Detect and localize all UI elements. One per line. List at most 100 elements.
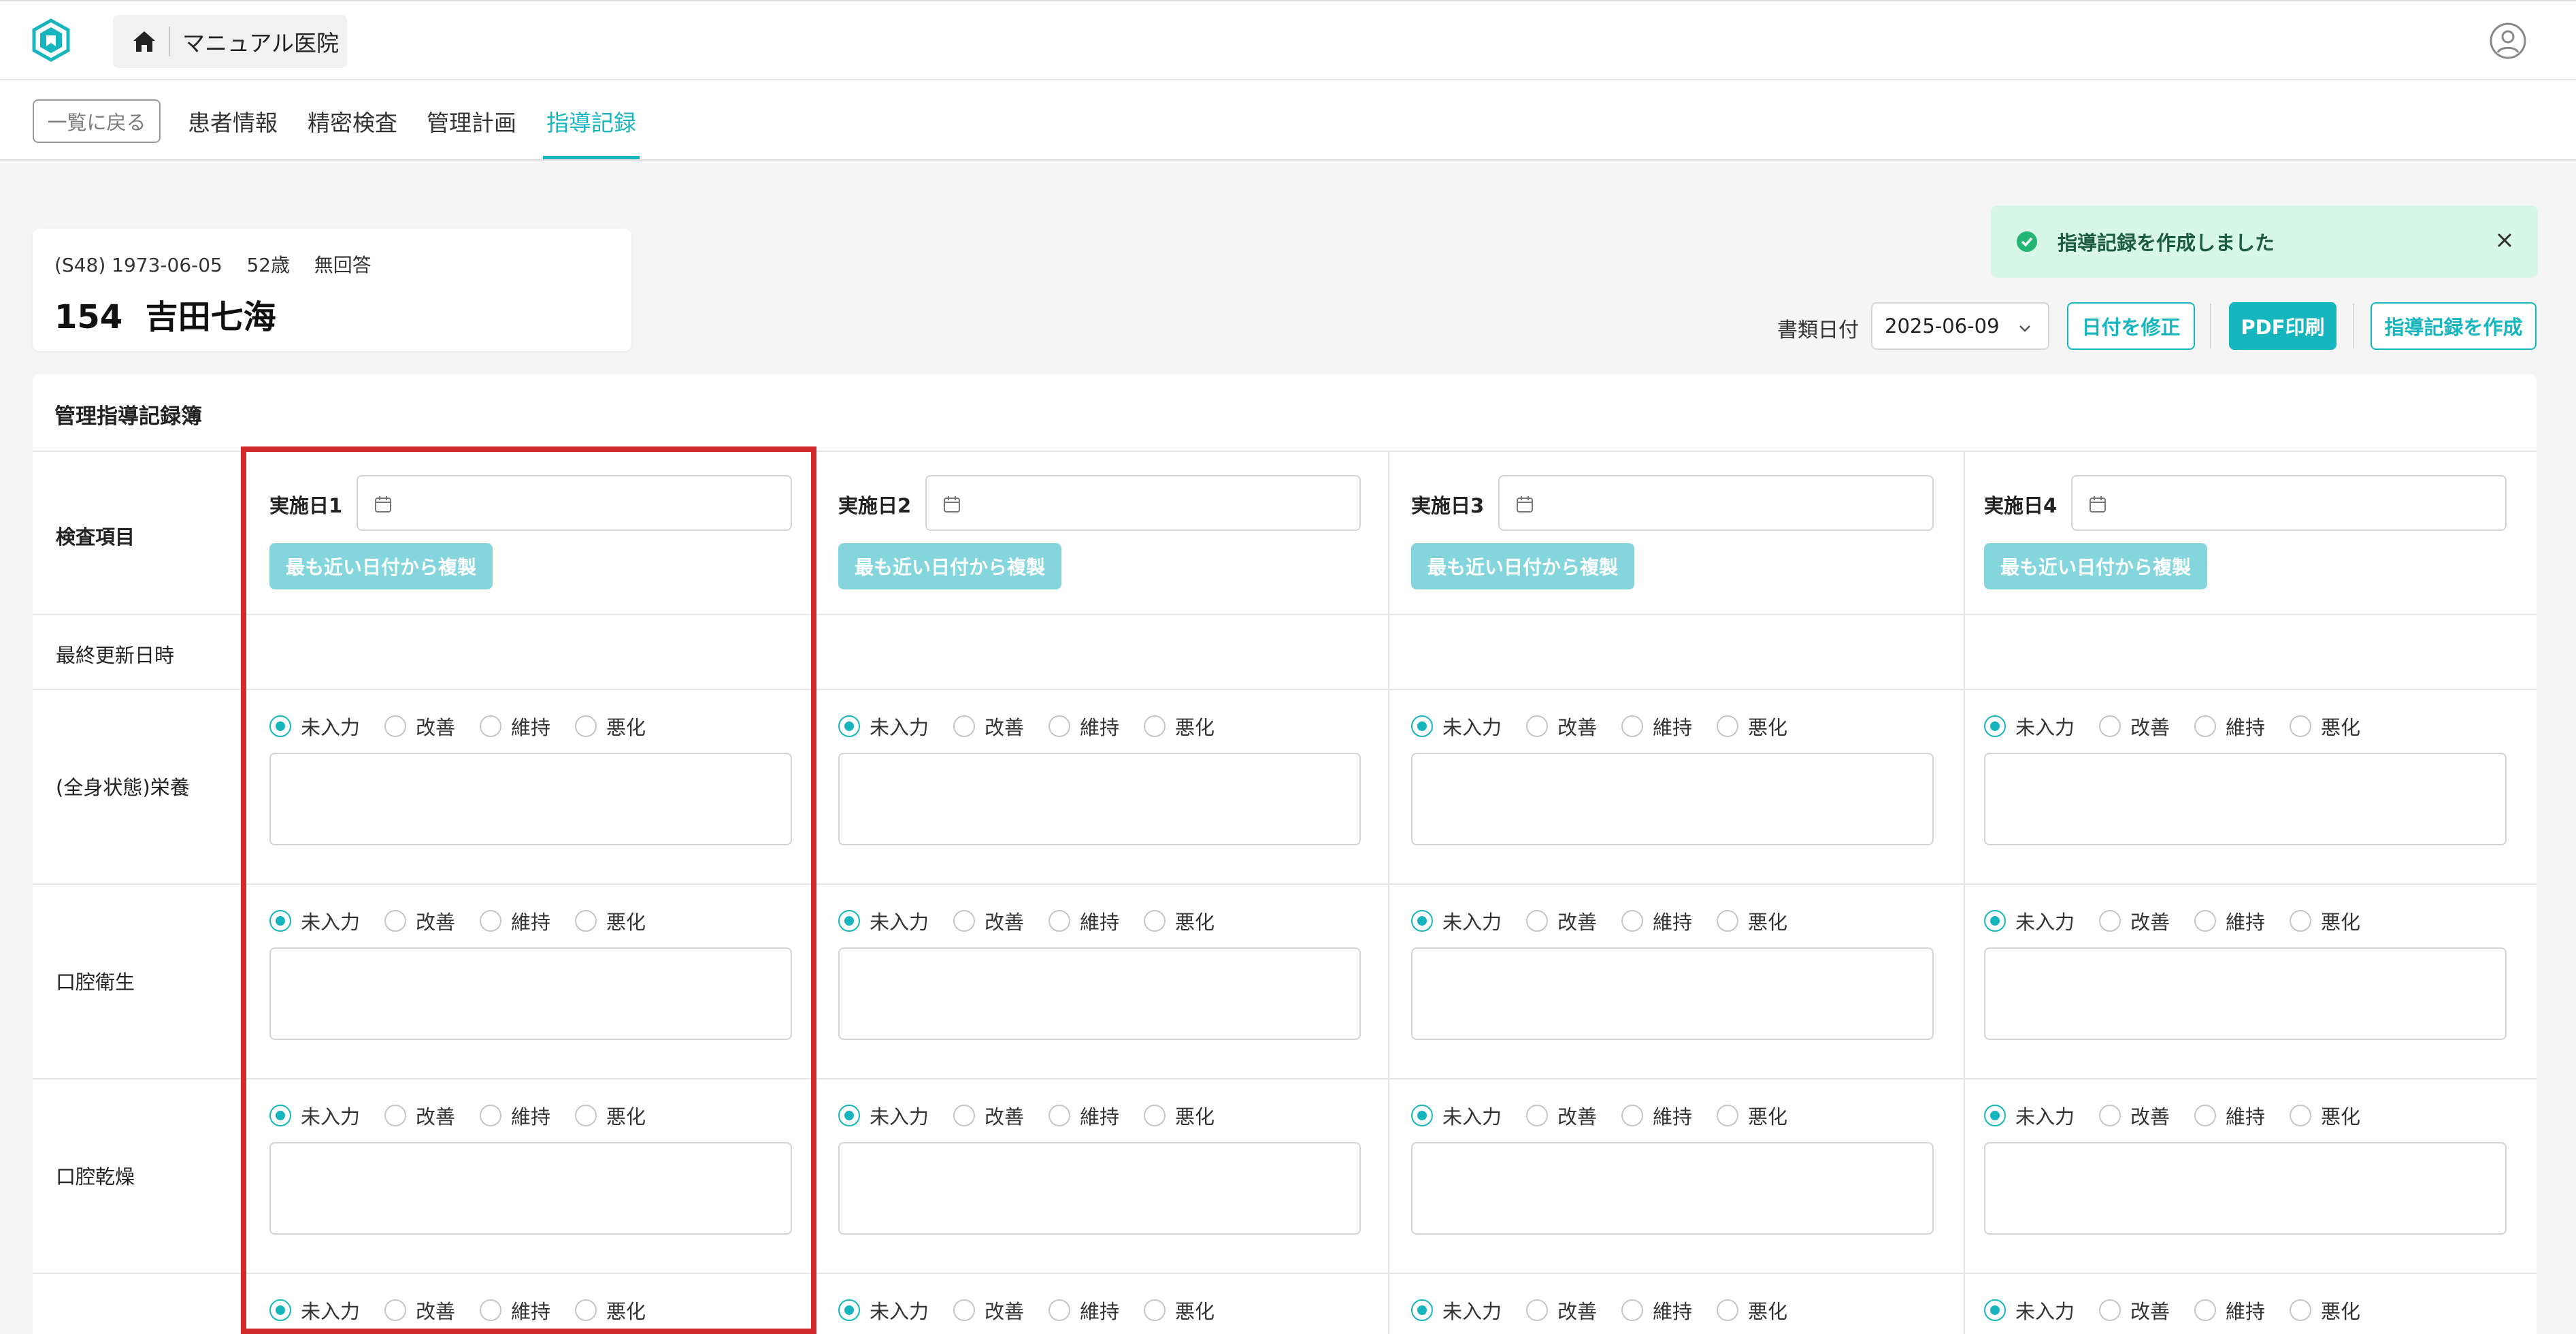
status-radio-option[interactable]: 悪化 (2290, 1101, 2360, 1130)
status-radio-option[interactable]: 維持 (2194, 712, 2265, 741)
radio-button[interactable] (1526, 1105, 1549, 1126)
radio-button[interactable] (480, 1105, 502, 1126)
back-to-list-button[interactable]: 一覧に戻る (33, 99, 161, 143)
status-radio-option[interactable]: 未入力 (838, 907, 929, 935)
status-radio-option[interactable]: 維持 (1621, 907, 1692, 935)
radio-button[interactable] (1144, 1299, 1166, 1321)
status-radio-option[interactable]: 改善 (2099, 1296, 2170, 1324)
radio-button[interactable] (1144, 910, 1166, 932)
status-radio-option[interactable]: 改善 (953, 712, 1024, 741)
status-radio-option[interactable]: 未入力 (269, 1101, 360, 1130)
comment-textarea[interactable] (269, 753, 792, 845)
comment-textarea[interactable] (1411, 947, 1934, 1040)
status-radio-option[interactable]: 未入力 (838, 1296, 929, 1324)
visit-date-input-4[interactable] (2071, 475, 2507, 531)
status-radio-option[interactable]: 改善 (1526, 1101, 1597, 1130)
status-radio-option[interactable]: 維持 (480, 712, 550, 741)
status-radio-option[interactable]: 未入力 (1411, 1101, 1502, 1130)
status-radio-option[interactable]: 維持 (480, 1101, 550, 1130)
radio-button[interactable] (1144, 715, 1166, 737)
status-radio-option[interactable]: 改善 (2099, 712, 2170, 741)
radio-button[interactable] (1717, 1105, 1739, 1126)
close-icon[interactable] (2493, 229, 2516, 252)
status-radio-option[interactable]: 未入力 (1984, 1101, 2075, 1130)
tab-patient-info[interactable]: 患者情報 (188, 105, 278, 137)
status-radio-option[interactable]: 悪化 (575, 1101, 646, 1130)
radio-button[interactable] (384, 910, 407, 932)
radio-button[interactable] (1984, 1299, 2006, 1321)
radio-button[interactable] (480, 1299, 502, 1321)
status-radio-option[interactable]: 維持 (2194, 907, 2265, 935)
status-radio-option[interactable]: 改善 (953, 1101, 1024, 1130)
radio-button[interactable] (1984, 715, 2006, 737)
radio-button[interactable] (2290, 1105, 2312, 1126)
radio-button[interactable] (838, 1299, 860, 1321)
radio-button[interactable] (1048, 910, 1071, 932)
copy-from-nearest-button-3[interactable]: 最も近い日付から複製 (1411, 543, 1634, 589)
status-radio-option[interactable]: 未入力 (838, 1101, 929, 1130)
radio-button[interactable] (1144, 1105, 1166, 1126)
comment-textarea[interactable] (1984, 753, 2507, 845)
status-radio-option[interactable]: 未入力 (1411, 712, 1502, 741)
status-radio-option[interactable]: 維持 (1048, 1296, 1119, 1324)
pdf-print-button[interactable]: PDF印刷 (2229, 302, 2336, 350)
radio-button[interactable] (1526, 910, 1549, 932)
status-radio-option[interactable]: 未入力 (269, 1296, 360, 1324)
radio-button[interactable] (1621, 910, 1644, 932)
radio-button[interactable] (1048, 1299, 1071, 1321)
radio-button[interactable] (2099, 1299, 2121, 1321)
status-radio-option[interactable]: 悪化 (1717, 907, 1787, 935)
radio-button[interactable] (1621, 715, 1644, 737)
radio-button[interactable] (2290, 715, 2312, 737)
status-radio-option[interactable]: 改善 (1526, 712, 1597, 741)
doc-date-select[interactable]: 2025-06-09 (1871, 302, 2049, 350)
status-radio-option[interactable]: 悪化 (1144, 907, 1215, 935)
radio-button[interactable] (953, 715, 976, 737)
radio-button[interactable] (1048, 1105, 1071, 1126)
status-radio-option[interactable]: 改善 (384, 1101, 455, 1130)
status-radio-option[interactable]: 維持 (480, 1296, 550, 1324)
status-radio-option[interactable]: 悪化 (2290, 907, 2360, 935)
radio-button[interactable] (1621, 1299, 1644, 1321)
radio-button[interactable] (1048, 715, 1071, 737)
radio-button[interactable] (1411, 1105, 1433, 1126)
status-radio-option[interactable]: 維持 (1621, 1296, 1692, 1324)
status-radio-option[interactable]: 維持 (480, 907, 550, 935)
status-radio-option[interactable]: 維持 (2194, 1101, 2265, 1130)
status-radio-option[interactable]: 改善 (953, 907, 1024, 935)
comment-textarea[interactable] (1411, 753, 1934, 845)
status-radio-option[interactable]: 改善 (1526, 907, 1597, 935)
status-radio-option[interactable]: 改善 (953, 1296, 1024, 1324)
radio-button[interactable] (269, 1299, 291, 1321)
comment-textarea[interactable] (838, 947, 1361, 1040)
radio-button[interactable] (1621, 1105, 1644, 1126)
radio-button[interactable] (575, 715, 597, 737)
status-radio-option[interactable]: 悪化 (575, 907, 646, 935)
radio-button[interactable] (575, 1105, 597, 1126)
radio-button[interactable] (1411, 715, 1433, 737)
status-radio-option[interactable]: 未入力 (269, 907, 360, 935)
comment-textarea[interactable] (269, 1142, 792, 1235)
radio-button[interactable] (1526, 1299, 1549, 1321)
copy-from-nearest-button-2[interactable]: 最も近い日付から複製 (838, 543, 1061, 589)
radio-button[interactable] (2194, 715, 2217, 737)
status-radio-option[interactable]: 未入力 (1984, 712, 2075, 741)
radio-button[interactable] (2290, 1299, 2312, 1321)
status-radio-option[interactable]: 悪化 (2290, 1296, 2360, 1324)
clinic-selector[interactable]: マニュアル医院 (113, 15, 347, 68)
status-radio-option[interactable]: 悪化 (1144, 1296, 1215, 1324)
status-radio-option[interactable]: 維持 (2194, 1296, 2265, 1324)
status-radio-option[interactable]: 維持 (1048, 712, 1119, 741)
radio-button[interactable] (2099, 910, 2121, 932)
comment-textarea[interactable] (838, 753, 1361, 845)
comment-textarea[interactable] (1984, 947, 2507, 1040)
radio-button[interactable] (838, 910, 860, 932)
status-radio-option[interactable]: 維持 (1621, 1101, 1692, 1130)
radio-button[interactable] (1526, 715, 1549, 737)
status-radio-option[interactable]: 維持 (1048, 907, 1119, 935)
radio-button[interactable] (480, 715, 502, 737)
radio-button[interactable] (269, 715, 291, 737)
status-radio-option[interactable]: 未入力 (1411, 907, 1502, 935)
status-radio-option[interactable]: 未入力 (1984, 1296, 2075, 1324)
user-account-icon[interactable] (2489, 22, 2527, 60)
